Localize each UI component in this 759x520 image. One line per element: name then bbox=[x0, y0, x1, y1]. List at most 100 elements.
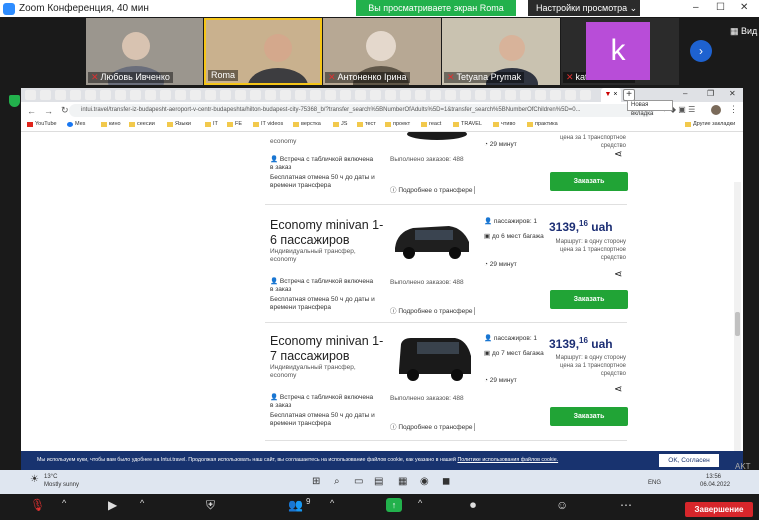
minimize-icon[interactable]: – bbox=[693, 2, 699, 13]
video-icon[interactable]: ▶ bbox=[108, 498, 117, 512]
details-link[interactable]: ⓘ Подробнее о трансфере│ bbox=[390, 184, 477, 194]
bookmark-folder[interactable]: IT bbox=[205, 121, 218, 127]
browser-tab[interactable] bbox=[220, 90, 231, 100]
forward-icon[interactable]: → bbox=[44, 106, 53, 116]
back-icon[interactable]: ← bbox=[27, 106, 36, 116]
browser-tab[interactable] bbox=[85, 90, 96, 100]
order-button[interactable]: Заказать bbox=[550, 407, 628, 426]
browser-tab[interactable] bbox=[490, 90, 501, 100]
url-input[interactable]: intui.travel/transfer-iz-budapesht-aerop… bbox=[69, 104, 654, 117]
zoom-app-icon[interactable]: ◼ bbox=[442, 476, 450, 487]
listing-title[interactable]: Economy minivan 1-6 пассажиров bbox=[270, 218, 388, 248]
browser-tab[interactable] bbox=[505, 90, 516, 100]
bookmark-folder[interactable]: FE bbox=[227, 121, 242, 127]
view-settings-button[interactable]: Настройки просмотра ⌄ bbox=[528, 0, 640, 16]
bookmark-mes[interactable]: Mes bbox=[67, 121, 85, 127]
browser-tab[interactable] bbox=[55, 90, 66, 100]
browser-tab[interactable] bbox=[310, 90, 321, 100]
browser-tab[interactable] bbox=[40, 90, 51, 100]
details-link[interactable]: ⓘ Подробнее о трансфере│ bbox=[390, 421, 477, 431]
browser-tab[interactable] bbox=[535, 90, 546, 100]
browser-tab[interactable] bbox=[265, 90, 276, 100]
mic-muted-icon[interactable]: 🎙 bbox=[30, 498, 45, 512]
view-button[interactable]: ▦ Вид bbox=[730, 26, 757, 37]
task-view-icon[interactable]: ▭ bbox=[354, 476, 363, 487]
bookmark-folder[interactable]: чтиво bbox=[493, 121, 515, 127]
browser-tab[interactable] bbox=[460, 90, 471, 100]
browser-tab[interactable] bbox=[580, 90, 591, 100]
bookmark-folder[interactable]: тест bbox=[357, 121, 376, 127]
order-button[interactable]: Заказать bbox=[550, 172, 628, 191]
browser-tab[interactable] bbox=[160, 90, 171, 100]
explorer-icon[interactable]: ▤ bbox=[374, 476, 383, 487]
browser-restore-icon[interactable]: ❐ bbox=[707, 89, 714, 98]
participant-tile-1[interactable]: ✕ Любовь Ивченко bbox=[86, 18, 203, 85]
browser-tab[interactable] bbox=[250, 90, 261, 100]
browser-tab[interactable] bbox=[130, 90, 141, 100]
browser-tab[interactable] bbox=[385, 90, 396, 100]
bookmark-folder[interactable]: сеесии bbox=[129, 121, 155, 127]
bookmark-other[interactable]: Другие закладки bbox=[685, 121, 735, 127]
browser-tab[interactable] bbox=[355, 90, 366, 100]
video-options-icon[interactable]: ^ bbox=[140, 498, 144, 508]
browser-tab[interactable] bbox=[565, 90, 576, 100]
browser-tab[interactable] bbox=[415, 90, 426, 100]
next-page-icon[interactable]: › bbox=[690, 40, 712, 62]
browser-tab[interactable] bbox=[145, 90, 156, 100]
participants-options-icon[interactable]: ^ bbox=[330, 498, 334, 508]
share-screen-icon[interactable]: ↑ bbox=[386, 498, 402, 512]
participant-tile-3[interactable]: ✕ Антоненко Ірина bbox=[323, 18, 441, 85]
browser-tab[interactable] bbox=[295, 90, 306, 100]
weather-icon[interactable]: ☀ bbox=[30, 474, 39, 485]
browser-tab[interactable] bbox=[235, 90, 246, 100]
browser-tab[interactable] bbox=[280, 90, 291, 100]
end-meeting-button[interactable]: Завершение bbox=[685, 502, 753, 517]
security-icon[interactable]: ⛨ bbox=[206, 498, 215, 513]
bookmark-youtube[interactable]: YouTube bbox=[27, 121, 57, 127]
browser-tab[interactable] bbox=[115, 90, 126, 100]
share-icon[interactable]: ⋖ bbox=[614, 384, 622, 395]
bookmark-folder[interactable]: JS bbox=[333, 121, 347, 127]
record-icon[interactable]: ⏺ bbox=[470, 498, 476, 513]
browser-tab[interactable] bbox=[370, 90, 381, 100]
reactions-icon[interactable]: ☺ bbox=[556, 498, 568, 512]
maximize-icon[interactable]: ☐ bbox=[716, 2, 725, 13]
bookmark-folder[interactable]: верстка bbox=[293, 121, 321, 127]
scrollbar-thumb[interactable] bbox=[735, 312, 740, 336]
browser-tab[interactable] bbox=[190, 90, 201, 100]
share-options-icon[interactable]: ^ bbox=[418, 498, 422, 508]
bookmark-folder[interactable]: IT videos bbox=[253, 121, 283, 127]
search-icon[interactable]: ⌕ bbox=[334, 476, 340, 487]
browser-tab[interactable] bbox=[520, 90, 531, 100]
store-icon[interactable]: ▦ bbox=[398, 476, 407, 487]
details-link[interactable]: ⓘ Подробнее о трансфере│ bbox=[390, 305, 477, 315]
language-indicator[interactable]: ENG bbox=[648, 480, 661, 486]
browser-tab[interactable] bbox=[325, 90, 336, 100]
browser-tab[interactable] bbox=[445, 90, 456, 100]
reload-icon[interactable]: ↻ bbox=[61, 105, 69, 116]
chrome-icon[interactable]: ◉ bbox=[420, 476, 429, 487]
bookmark-folder[interactable]: Языки bbox=[167, 121, 191, 127]
mic-options-icon[interactable]: ^ bbox=[62, 498, 66, 508]
participant-tile-4[interactable]: ✕ Tetyana Prymak bbox=[442, 18, 560, 85]
profile-avatar[interactable] bbox=[711, 105, 721, 115]
participants-icon[interactable]: 👥 bbox=[288, 498, 303, 512]
active-tab[interactable]: ▼ × bbox=[601, 88, 621, 102]
browser-tab[interactable] bbox=[475, 90, 486, 100]
bookmark-folder[interactable]: TRAVEL bbox=[453, 121, 482, 127]
browser-tab[interactable] bbox=[340, 90, 351, 100]
share-icon[interactable]: ⋖ bbox=[614, 269, 622, 280]
browser-tab[interactable] bbox=[100, 90, 111, 100]
browser-tab[interactable] bbox=[70, 90, 81, 100]
listing-title[interactable]: Economy minivan 1-7 пассажиров bbox=[270, 334, 388, 364]
share-icon[interactable]: ⋖ bbox=[614, 149, 622, 160]
browser-tab[interactable] bbox=[205, 90, 216, 100]
browser-tab[interactable] bbox=[550, 90, 561, 100]
browser-tab[interactable] bbox=[25, 90, 36, 100]
order-button[interactable]: Заказать bbox=[550, 290, 628, 309]
browser-minimize-icon[interactable]: – bbox=[683, 89, 687, 98]
browser-tab[interactable] bbox=[400, 90, 411, 100]
bookmark-folder[interactable]: кино bbox=[101, 121, 121, 127]
cookie-accept-button[interactable]: OK, Согласен bbox=[659, 454, 719, 467]
more-icon[interactable]: ⋯ bbox=[620, 498, 632, 512]
